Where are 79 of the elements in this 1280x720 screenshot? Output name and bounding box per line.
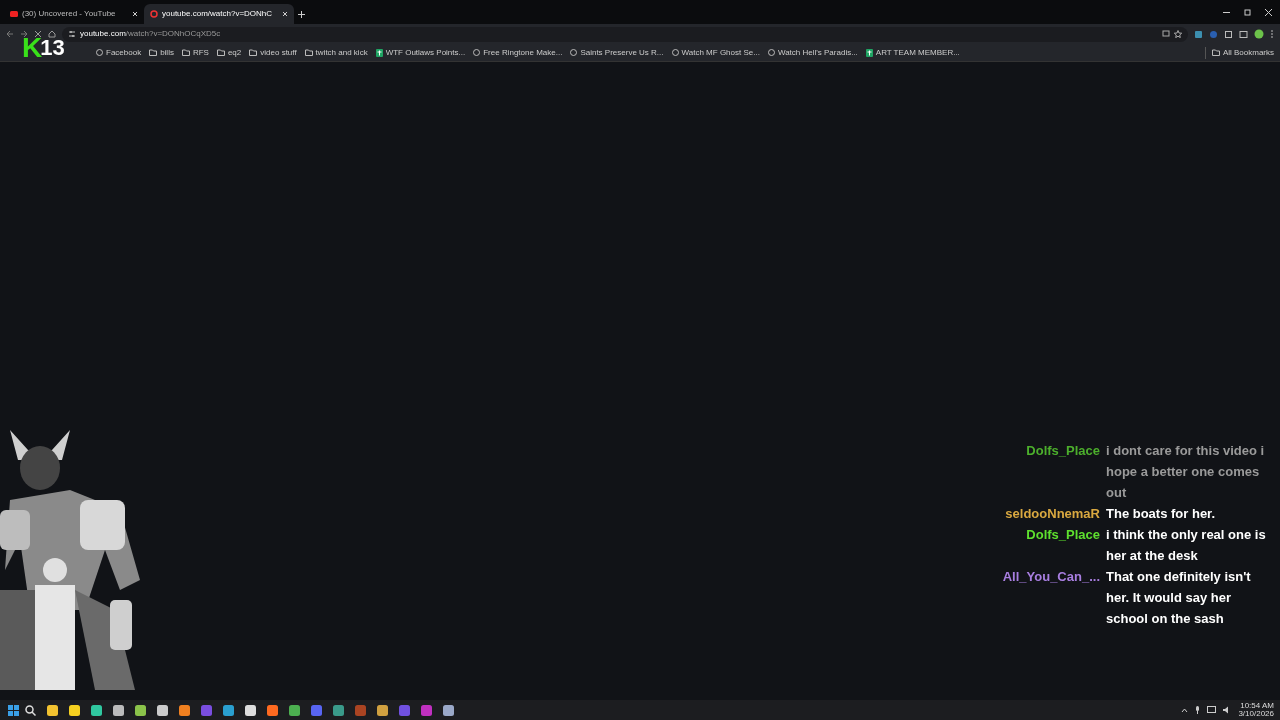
folder-icon bbox=[181, 49, 190, 56]
folder-icon bbox=[149, 49, 158, 56]
app-icon[interactable] bbox=[377, 704, 388, 716]
search-icon[interactable] bbox=[25, 704, 36, 716]
app-icon[interactable] bbox=[333, 704, 344, 716]
chat-message: i think the only real one is her at the desk bbox=[1106, 526, 1267, 565]
folder-icon bbox=[304, 49, 313, 56]
menu-icon[interactable] bbox=[1270, 29, 1274, 39]
browser-tab[interactable]: (30) Uncovered - YouTube bbox=[4, 4, 144, 24]
chat-message: i dont care for this video i hope a better one comes out bbox=[1106, 442, 1266, 502]
chat-username: All_You_Can_... bbox=[1001, 568, 1100, 586]
minimize-icon[interactable] bbox=[1223, 9, 1230, 16]
chevron-up-icon[interactable] bbox=[1181, 707, 1189, 713]
bookmark-link[interactable]: ART TEAM MEMBER... bbox=[875, 46, 960, 59]
app-icon[interactable] bbox=[157, 704, 168, 716]
app-icon[interactable] bbox=[443, 704, 454, 716]
overlay-letter: K bbox=[22, 34, 43, 62]
forward-icon[interactable] bbox=[20, 30, 28, 38]
bookmark-link[interactable]: Watch Hell's Paradis... bbox=[777, 46, 858, 59]
globe-icon bbox=[570, 49, 578, 56]
app-icon[interactable] bbox=[289, 704, 300, 716]
bookmark-link[interactable]: RFS bbox=[192, 46, 209, 59]
app-icon[interactable] bbox=[135, 704, 146, 716]
star-icon[interactable] bbox=[1174, 30, 1182, 38]
spreadsheet-icon bbox=[865, 48, 873, 57]
sidebar-icon[interactable] bbox=[1239, 29, 1248, 39]
app-icon[interactable] bbox=[91, 704, 102, 716]
chat-username: Dolfs_Place bbox=[1025, 526, 1100, 544]
chat-username: Dolfs_Place bbox=[1025, 442, 1100, 460]
app-icon[interactable] bbox=[69, 704, 80, 716]
monitor-icon[interactable] bbox=[1207, 706, 1217, 714]
folder-icon bbox=[1211, 49, 1220, 56]
home-icon[interactable] bbox=[48, 30, 56, 38]
back-icon[interactable] bbox=[6, 30, 14, 38]
bookmark-link[interactable]: video stuff bbox=[260, 46, 297, 59]
bookmark-link[interactable]: Free Ringtone Make... bbox=[483, 46, 563, 59]
app-icon[interactable] bbox=[47, 704, 58, 716]
chat-username: seldooNnemaR bbox=[1004, 505, 1100, 523]
restore-icon[interactable] bbox=[1244, 9, 1251, 16]
close-icon[interactable] bbox=[34, 30, 42, 38]
globe-icon bbox=[671, 49, 679, 56]
globe-icon bbox=[473, 49, 481, 56]
close-icon[interactable] bbox=[1265, 9, 1272, 16]
bookmark-link[interactable]: bills bbox=[160, 46, 174, 59]
tune-icon[interactable] bbox=[68, 30, 76, 38]
app-icon[interactable] bbox=[245, 704, 256, 716]
app-icon[interactable] bbox=[223, 704, 234, 716]
chat-message: The boats for her. bbox=[1106, 505, 1217, 523]
avatar-icon[interactable] bbox=[1254, 29, 1264, 39]
bookmark-link[interactable]: Saints Preserve Us R... bbox=[580, 46, 664, 59]
app-icon[interactable] bbox=[113, 704, 124, 716]
close-icon[interactable] bbox=[132, 11, 138, 17]
tab-title: (30) Uncovered - YouTube bbox=[22, 8, 117, 20]
folder-icon bbox=[249, 49, 258, 56]
loading-icon bbox=[150, 10, 158, 18]
bookmark-link[interactable]: twitch and kick bbox=[315, 46, 368, 59]
new-tab-icon[interactable] bbox=[298, 11, 305, 18]
address-field[interactable]: youtube.com/watch?v=DONhOCqXD5c bbox=[62, 26, 1188, 42]
bookmark-link[interactable]: Watch MF Ghost Se... bbox=[681, 46, 760, 59]
microphone-icon[interactable] bbox=[1195, 706, 1201, 714]
spreadsheet-icon bbox=[375, 48, 383, 57]
app-icon[interactable] bbox=[179, 704, 190, 716]
clock-time[interactable]: 10:54 AM bbox=[1240, 702, 1274, 710]
all-bookmarks-link[interactable]: All Bookmarks bbox=[1222, 46, 1274, 59]
browser-tab[interactable]: youtube.com/watch?v=DONhC bbox=[144, 4, 294, 24]
bookmark-link[interactable]: WTF Outlaws Points... bbox=[385, 46, 466, 59]
globe-icon bbox=[767, 49, 775, 56]
globe-icon bbox=[96, 49, 103, 56]
bookmark-link[interactable]: eq2 bbox=[227, 46, 242, 59]
play-icon bbox=[10, 10, 18, 18]
tab-title: youtube.com/watch?v=DONhC bbox=[162, 8, 274, 20]
url-text: youtube.com/watch?v=DONhOCqXD5c bbox=[80, 28, 221, 40]
bookmark-link[interactable]: Facebook bbox=[106, 46, 142, 59]
clock-date[interactable]: 3/10/2026 bbox=[1238, 710, 1274, 718]
chat-message: That one definitely isn't her. It would say her school on the sash bbox=[1106, 568, 1252, 628]
folder-icon bbox=[216, 49, 225, 56]
windows-icon[interactable] bbox=[8, 704, 19, 716]
app-icon[interactable] bbox=[267, 704, 278, 716]
close-icon[interactable] bbox=[282, 11, 288, 17]
